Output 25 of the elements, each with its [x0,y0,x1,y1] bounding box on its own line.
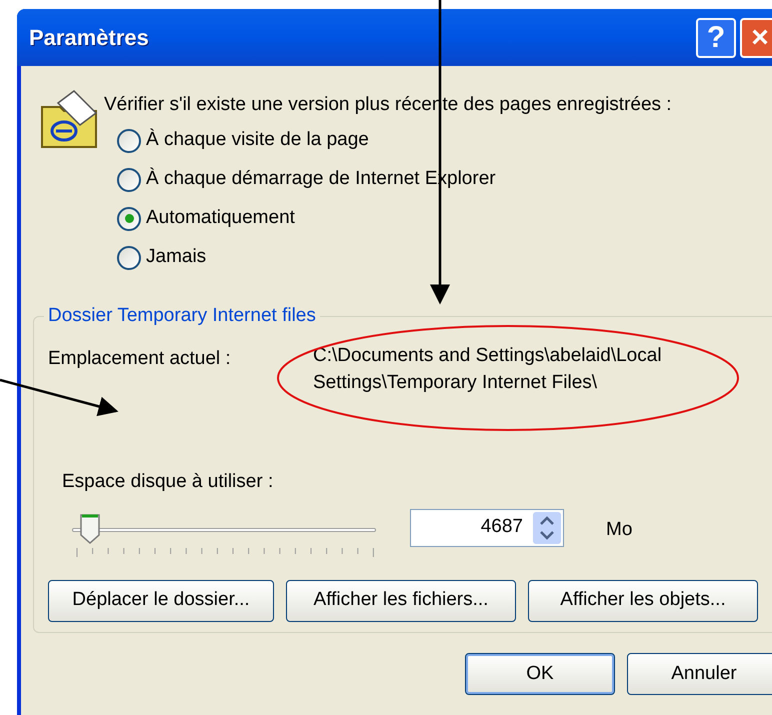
radio-label: À chaque visite de la page [146,128,369,152]
disk-label: Espace disque à utiliser : [62,470,274,494]
help-button[interactable]: ? [696,18,736,58]
radio-button[interactable] [117,246,141,270]
radio-label: Automatiquement [146,206,295,230]
window-title: Paramètres [29,24,149,52]
folder-action-button[interactable]: Afficher les fichiers... [286,580,516,622]
folder-action-button[interactable]: Déplacer le dossier... [48,580,274,622]
close-button[interactable]: × [740,18,772,58]
location-path: C:\Documents and Settings\abelaid\Local [313,344,662,368]
location-path: Settings\Temporary Internet Files\ [313,371,598,395]
location-label: Emplacement actuel : [48,347,232,371]
dialog-button[interactable]: OK [465,653,615,695]
radio-button[interactable] [117,206,141,230]
disk-unit: Mo [606,518,632,542]
radio-label: Jamais [146,245,206,270]
dialog-button[interactable]: Annuler [627,653,772,695]
folder-action-button[interactable]: Afficher les objets... [528,580,758,622]
slider-thumb[interactable] [78,512,101,544]
disk-value: 4687 [480,515,524,540]
group-title: Dossier Temporary Internet files [44,305,320,327]
radio-button[interactable] [117,128,141,152]
radio-button[interactable] [117,168,141,192]
spin-arrows-icon[interactable] [533,512,561,544]
disk-spinbox[interactable]: 4687 [410,508,564,546]
